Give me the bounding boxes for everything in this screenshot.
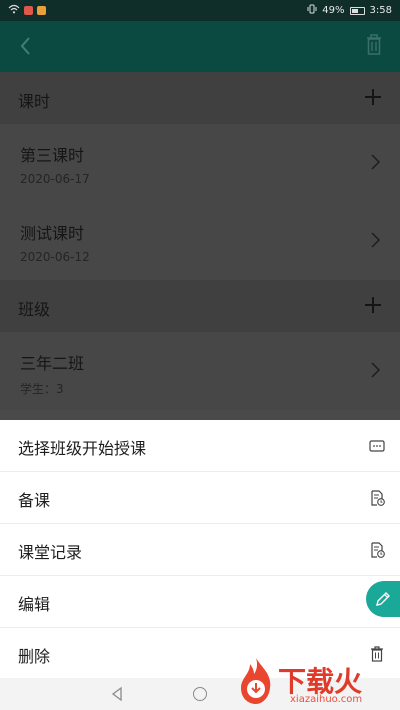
- delete-button[interactable]: [362, 31, 386, 59]
- menu-item-class-record[interactable]: 课堂记录: [0, 524, 400, 576]
- list-item-lesson[interactable]: 测试课时 2020-06-12: [0, 202, 400, 280]
- trash-icon: [371, 646, 383, 662]
- menu-item-label: 备课: [18, 491, 51, 510]
- more-icon: [369, 440, 385, 452]
- main-content: 课时 第三课时 2020-06-17 测试课时 2020-06-12 班级 三年…: [0, 72, 400, 420]
- item-title: 三年二班: [20, 354, 85, 373]
- document-clock-icon: [371, 542, 385, 558]
- menu-item-prepare[interactable]: 备课: [0, 472, 400, 524]
- battery-icon: [349, 6, 365, 15]
- chevron-right-icon: [371, 362, 381, 378]
- list-item-class[interactable]: 三年二班 学生：3: [0, 332, 400, 410]
- toolbar: [0, 21, 400, 72]
- watermark-logo: [241, 658, 271, 704]
- item-students: 学生：3: [20, 382, 64, 396]
- document-clock-icon: [371, 490, 385, 506]
- nav-home-icon[interactable]: [193, 687, 207, 701]
- nav-back-icon[interactable]: [110, 686, 124, 702]
- menu-item-edit[interactable]: 编辑: [0, 576, 400, 628]
- chevron-right-icon: [371, 154, 381, 170]
- list-item-lesson[interactable]: 第三课时 2020-06-17: [0, 124, 400, 202]
- section-header-classes: 班级: [0, 280, 400, 332]
- menu-item-start-teaching[interactable]: 选择班级开始授课: [0, 420, 400, 472]
- item-title: 测试课时: [20, 224, 85, 243]
- item-date: 2020-06-12: [20, 250, 90, 264]
- item-date: 2020-06-17: [20, 172, 90, 186]
- back-button[interactable]: [14, 33, 38, 59]
- menu-item-label: 删除: [18, 647, 51, 666]
- menu-item-label: 选择班级开始授课: [18, 439, 147, 458]
- pencil-icon: [376, 592, 390, 606]
- vibrate-icon: [307, 4, 317, 17]
- status-bar: 49% 3:58: [0, 0, 400, 21]
- notification-icon: [37, 6, 46, 15]
- menu-item-label: 编辑: [18, 595, 51, 614]
- section-header-lessons: 课时: [0, 72, 400, 124]
- clock: 3:58: [369, 5, 392, 16]
- edit-fab-button[interactable]: [366, 581, 400, 617]
- watermark-url: xiazaihuo.com: [290, 694, 363, 705]
- add-class-button[interactable]: [362, 294, 384, 316]
- arrow-back-icon: [20, 37, 30, 55]
- battery-percent: 49%: [322, 5, 345, 16]
- add-lesson-button[interactable]: [362, 86, 384, 108]
- chevron-right-icon: [371, 232, 381, 248]
- menu-item-label: 课堂记录: [18, 543, 83, 562]
- bottom-sheet-menu: 选择班级开始授课 备课 课堂记录 编辑 删除: [0, 420, 400, 678]
- section-title: 课时: [18, 92, 51, 111]
- item-title: 第三课时: [20, 146, 85, 165]
- status-icons-right: 49% 3:58: [307, 4, 392, 17]
- wifi-icon: [8, 4, 20, 17]
- status-icons-left: [8, 4, 46, 17]
- trash-icon: [367, 34, 381, 55]
- notification-icon: [24, 6, 33, 15]
- section-title: 班级: [18, 300, 51, 319]
